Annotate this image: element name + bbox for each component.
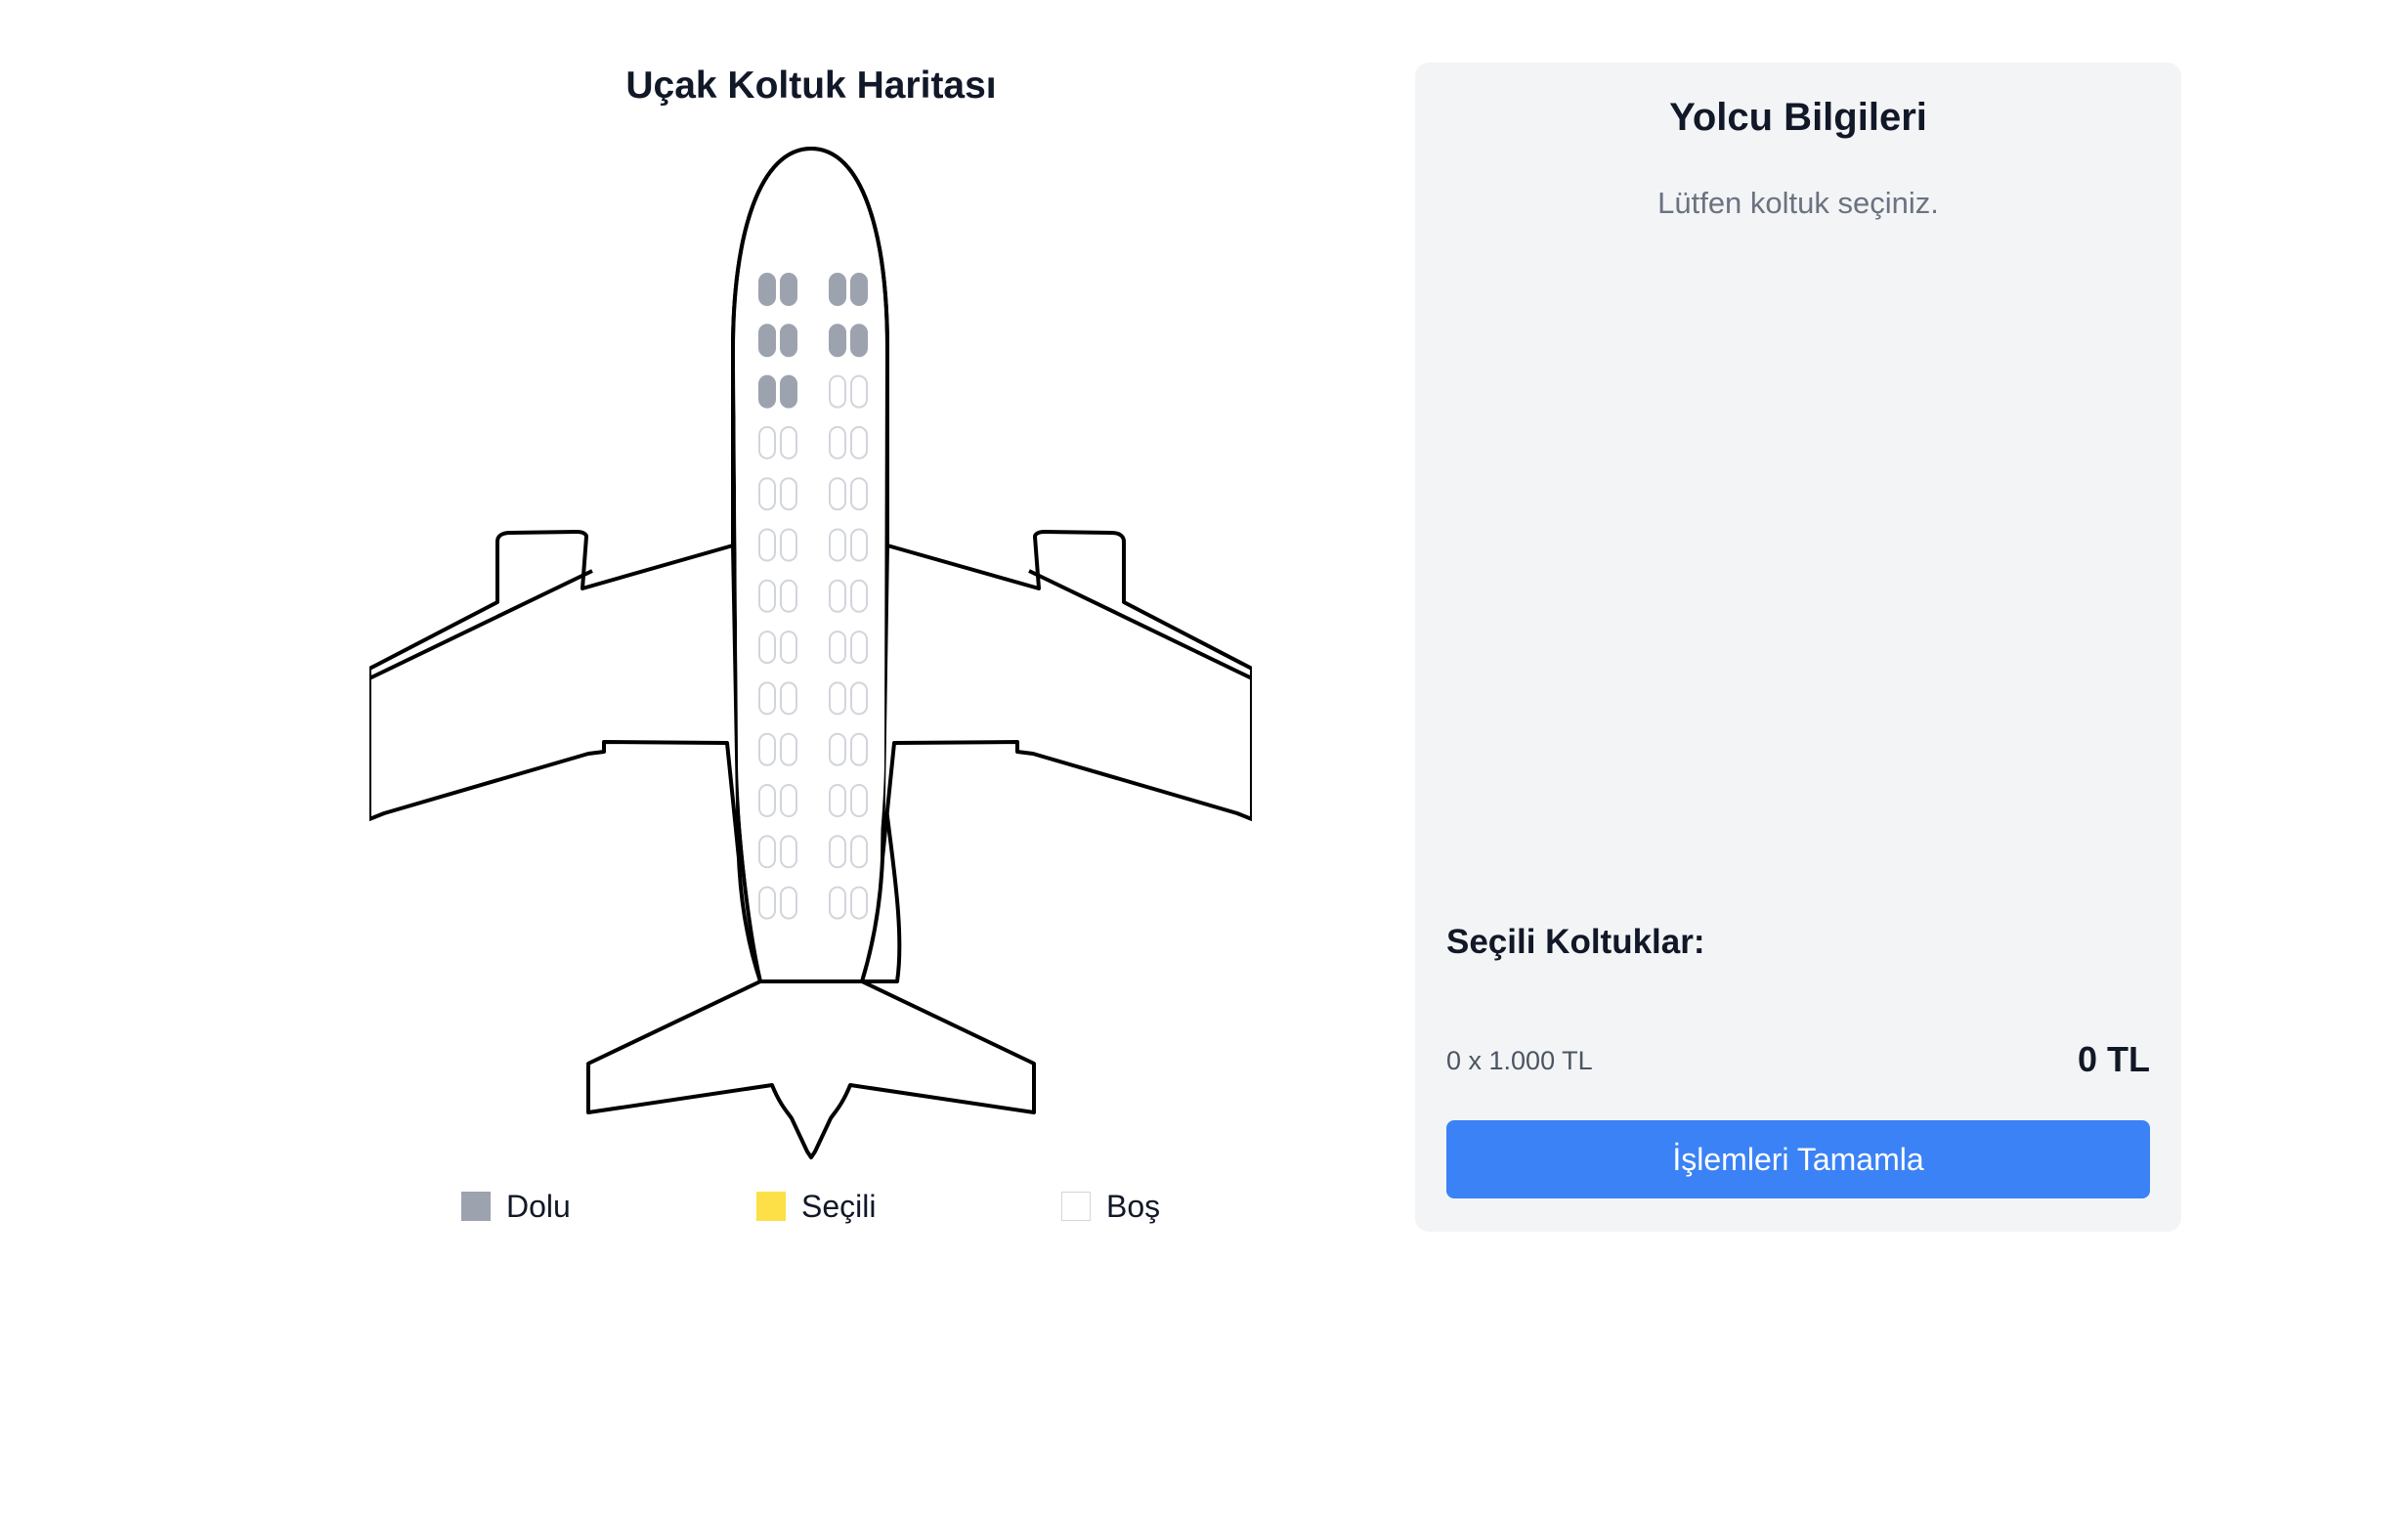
seat-2A bbox=[758, 324, 776, 358]
seat-2D bbox=[850, 324, 868, 358]
seat-5D[interactable] bbox=[850, 477, 868, 511]
seat-7B[interactable] bbox=[780, 579, 797, 613]
seat-7C[interactable] bbox=[829, 579, 846, 613]
seat-8B[interactable] bbox=[780, 631, 797, 665]
seat-12B[interactable] bbox=[780, 835, 797, 869]
seat-12A[interactable] bbox=[758, 835, 776, 869]
seat-legend: Dolu Seçili Boş bbox=[0, 1187, 1407, 1226]
seat-map-title: Uçak Koltuk Haritası bbox=[625, 65, 997, 107]
seat-2C bbox=[829, 324, 846, 358]
seat-6D[interactable] bbox=[850, 528, 868, 562]
left-wing-outline bbox=[369, 530, 741, 860]
seat-1A bbox=[758, 273, 776, 306]
seat-11B[interactable] bbox=[780, 784, 797, 817]
airplane-outline bbox=[369, 147, 1252, 1159]
panel-title: Yolcu Bilgileri bbox=[1669, 96, 1927, 139]
seat-5B[interactable] bbox=[780, 477, 797, 511]
seat-10A[interactable] bbox=[758, 732, 776, 766]
seat-map-section: Uçak Koltuk Haritası Dolu Seçili Boş bbox=[0, 0, 1407, 1523]
seat-11D[interactable] bbox=[850, 784, 868, 817]
seat-12D[interactable] bbox=[850, 835, 868, 869]
empty-swatch bbox=[1061, 1192, 1091, 1221]
complete-button[interactable]: İşlemleri Tamamla bbox=[1446, 1120, 2150, 1198]
seat-13D[interactable] bbox=[850, 886, 868, 920]
seat-6B[interactable] bbox=[780, 528, 797, 562]
seat-9D[interactable] bbox=[850, 681, 868, 716]
seat-1D bbox=[850, 273, 868, 306]
seat-8D[interactable] bbox=[850, 631, 868, 665]
legend-item-empty: Boş bbox=[1061, 1187, 1160, 1226]
seat-7A[interactable] bbox=[758, 579, 776, 613]
seat-7D[interactable] bbox=[850, 579, 868, 613]
seat-11A[interactable] bbox=[758, 784, 776, 817]
seat-3B bbox=[780, 374, 797, 409]
seat-4C[interactable] bbox=[829, 425, 846, 459]
tail-outline bbox=[586, 979, 1036, 1159]
seat-13B[interactable] bbox=[780, 886, 797, 920]
seat-10C[interactable] bbox=[829, 732, 846, 766]
selected-seats-heading: Seçili Koltuklar: bbox=[1446, 923, 1705, 961]
seat-13A[interactable] bbox=[758, 886, 776, 920]
select-seat-message: Lütfen koltuk seçiniz. bbox=[1657, 186, 1939, 220]
seat-13C[interactable] bbox=[829, 886, 846, 920]
right-wing-outline bbox=[881, 530, 1252, 860]
seat-4D[interactable] bbox=[850, 425, 868, 459]
seat-4B[interactable] bbox=[780, 425, 797, 459]
seat-8C[interactable] bbox=[829, 631, 846, 665]
seat-3D[interactable] bbox=[850, 374, 868, 409]
seat-11C[interactable] bbox=[829, 784, 846, 817]
seat-6C[interactable] bbox=[829, 528, 846, 562]
price-total: 0 TL bbox=[2077, 1039, 2150, 1079]
seat-8A[interactable] bbox=[758, 631, 776, 665]
seat-10D[interactable] bbox=[850, 732, 868, 766]
legend-label-empty: Boş bbox=[1106, 1188, 1161, 1224]
seat-1C bbox=[829, 273, 846, 306]
legend-item-occupied: Dolu bbox=[461, 1187, 571, 1226]
seat-9B[interactable] bbox=[780, 681, 797, 716]
seat-3A bbox=[758, 374, 776, 409]
seat-3C[interactable] bbox=[829, 374, 846, 409]
occupied-swatch bbox=[461, 1192, 491, 1221]
seat-1B bbox=[780, 273, 797, 306]
seat-12C[interactable] bbox=[829, 835, 846, 869]
seat-5C[interactable] bbox=[829, 477, 846, 511]
price-formula: 0 x 1.000 TL bbox=[1446, 1046, 1593, 1075]
seat-9A[interactable] bbox=[758, 681, 776, 716]
selected-swatch bbox=[756, 1192, 786, 1221]
seat-10B[interactable] bbox=[780, 732, 797, 766]
legend-label-occupied: Dolu bbox=[506, 1188, 571, 1224]
seat-6A[interactable] bbox=[758, 528, 776, 562]
legend-item-selected: Seçili bbox=[756, 1187, 876, 1226]
seat-2B bbox=[780, 324, 797, 358]
seat-4A[interactable] bbox=[758, 425, 776, 459]
seat-9C[interactable] bbox=[829, 681, 846, 716]
legend-label-selected: Seçili bbox=[801, 1188, 877, 1224]
passenger-info-panel: Yolcu Bilgileri Lütfen koltuk seçiniz. S… bbox=[1415, 63, 2181, 1232]
seat-5A[interactable] bbox=[758, 477, 776, 511]
